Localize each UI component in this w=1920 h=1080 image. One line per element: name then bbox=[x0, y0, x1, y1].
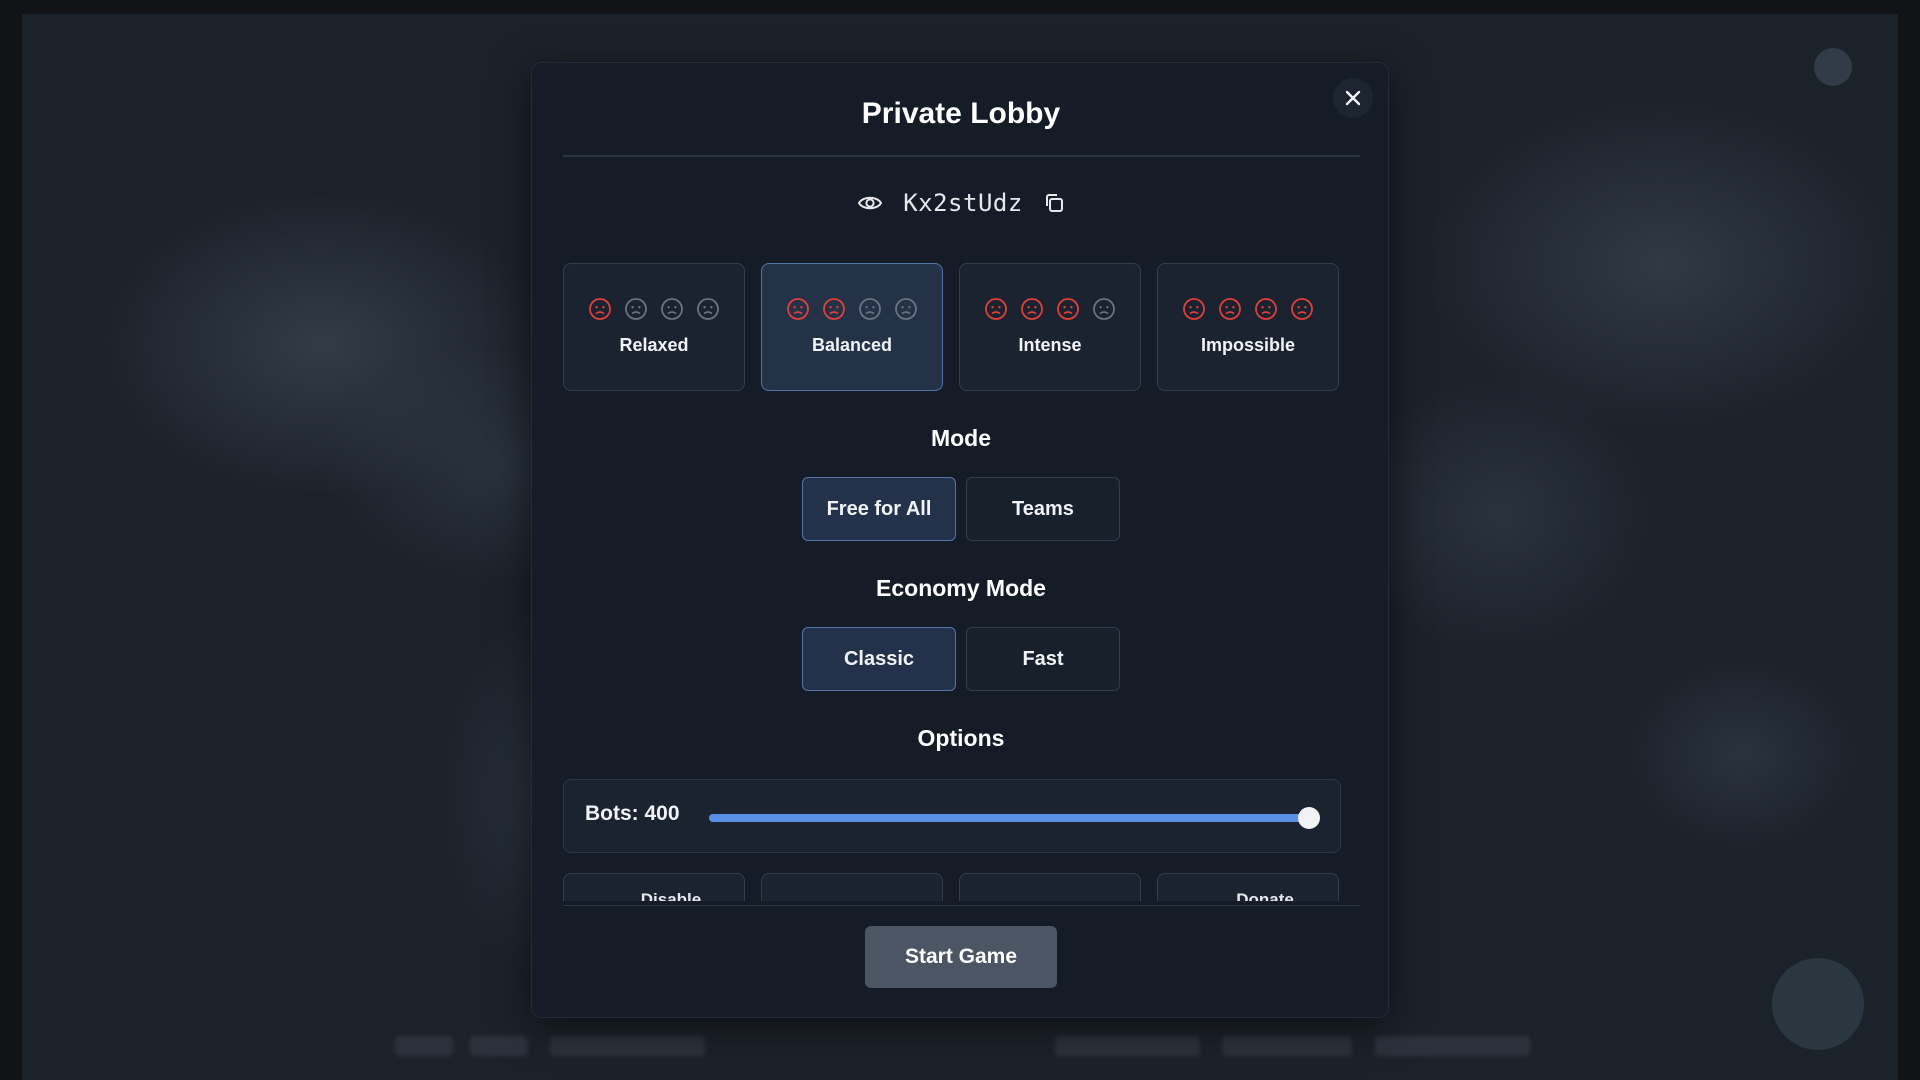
lobby-id: Kx2stUdz bbox=[903, 189, 1023, 217]
angry-face-icon bbox=[1093, 298, 1115, 320]
angry-face-icon bbox=[1021, 298, 1043, 320]
footer-link bbox=[1055, 1036, 1200, 1056]
difficulty-label: Balanced bbox=[811, 335, 893, 355]
angry-face-icon bbox=[787, 298, 809, 320]
angry-face-icon bbox=[1183, 298, 1205, 320]
difficulty-label: Intense bbox=[1018, 335, 1082, 355]
difficulty-label: Relaxed bbox=[619, 335, 689, 355]
difficulty-faces bbox=[588, 297, 720, 321]
eye-icon[interactable] bbox=[857, 193, 883, 213]
angry-face-icon bbox=[697, 298, 719, 320]
angry-face-icon bbox=[895, 298, 917, 320]
footer-link bbox=[550, 1036, 705, 1056]
lobby-id-row: Kx2stUdz bbox=[532, 183, 1390, 223]
options-scroll-area[interactable]: Disable Donate bbox=[563, 873, 1341, 901]
option-card[interactable] bbox=[761, 873, 943, 901]
options-heading: Options bbox=[917, 725, 1005, 751]
angry-face-icon bbox=[859, 298, 881, 320]
bots-slider-thumb[interactable] bbox=[1298, 807, 1320, 829]
mode-heading: Mode bbox=[930, 425, 992, 451]
economy-fast-button[interactable]: Fast bbox=[966, 627, 1120, 691]
footer-divider bbox=[563, 905, 1360, 906]
footer-link bbox=[470, 1036, 528, 1056]
economy-toggle-group: Classic Fast bbox=[532, 627, 1390, 691]
title-divider bbox=[563, 155, 1360, 157]
angry-face-icon bbox=[1255, 298, 1277, 320]
corner-indicator bbox=[1814, 48, 1852, 86]
difficulty-faces bbox=[1182, 297, 1314, 321]
angry-face-icon bbox=[1219, 298, 1241, 320]
start-game-button[interactable]: Start Game bbox=[865, 926, 1057, 988]
difficulty-card-balanced[interactable]: Balanced bbox=[761, 263, 943, 391]
mode-toggle-group: Free for All Teams bbox=[532, 477, 1390, 541]
difficulty-label: Impossible bbox=[1200, 335, 1296, 355]
angry-face-icon bbox=[625, 298, 647, 320]
difficulty-card-relaxed[interactable]: Relaxed bbox=[563, 263, 745, 391]
bots-panel: Bots: 400 bbox=[563, 779, 1341, 853]
option-card[interactable] bbox=[959, 873, 1141, 901]
angry-face-icon bbox=[985, 298, 1007, 320]
option-label: Disable bbox=[640, 890, 702, 901]
difficulty-card-intense[interactable]: Intense bbox=[959, 263, 1141, 391]
footer-link bbox=[1222, 1036, 1352, 1056]
difficulty-faces bbox=[786, 297, 918, 321]
copy-icon[interactable] bbox=[1043, 192, 1065, 214]
floating-action-button bbox=[1772, 958, 1864, 1050]
option-card-donate[interactable]: Donate bbox=[1157, 873, 1339, 901]
difficulty-selector: Relaxed Balanced Intense Impossible bbox=[563, 263, 1343, 391]
angry-face-icon bbox=[1291, 298, 1313, 320]
difficulty-card-impossible[interactable]: Impossible bbox=[1157, 263, 1339, 391]
footer-link bbox=[395, 1036, 453, 1056]
angry-face-icon bbox=[1057, 298, 1079, 320]
angry-face-icon bbox=[661, 298, 683, 320]
private-lobby-modal: Private Lobby Kx2stUdz Relaxed Balanced bbox=[531, 62, 1389, 1018]
option-label: Donate bbox=[1236, 890, 1294, 901]
economy-mode-heading: Economy Mode bbox=[876, 575, 1046, 601]
bots-slider-fill bbox=[709, 814, 1309, 822]
footer-link bbox=[1375, 1036, 1530, 1056]
difficulty-faces bbox=[984, 297, 1116, 321]
economy-classic-button[interactable]: Classic bbox=[802, 627, 956, 691]
mode-free-for-all-button[interactable]: Free for All bbox=[802, 477, 956, 541]
angry-face-icon bbox=[823, 298, 845, 320]
option-card-disable[interactable]: Disable bbox=[563, 873, 745, 901]
modal-title: Private Lobby bbox=[861, 97, 1061, 130]
angry-face-icon bbox=[589, 298, 611, 320]
bots-slider[interactable] bbox=[709, 814, 1309, 822]
mode-teams-button[interactable]: Teams bbox=[966, 477, 1120, 541]
bots-label: Bots: 400 bbox=[585, 802, 680, 825]
